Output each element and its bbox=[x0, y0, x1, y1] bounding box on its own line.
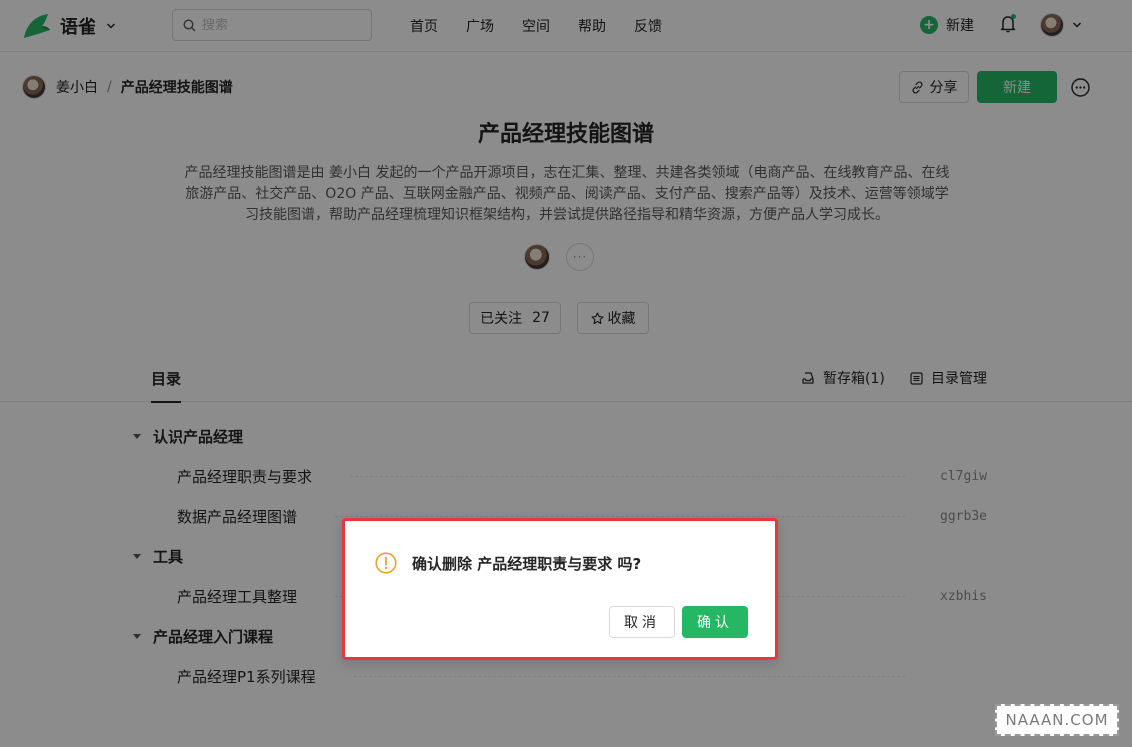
cancel-button[interactable]: 取消 bbox=[609, 606, 675, 638]
confirm-button[interactable]: 确认 bbox=[682, 606, 748, 638]
warning-icon bbox=[375, 552, 397, 574]
watermark: NAAAN.COM bbox=[995, 704, 1119, 736]
confirm-dialog: 确认删除 产品经理职责与要求 吗? 取消 确认 bbox=[342, 518, 778, 660]
dialog-message: 确认删除 产品经理职责与要求 吗? bbox=[412, 555, 642, 573]
